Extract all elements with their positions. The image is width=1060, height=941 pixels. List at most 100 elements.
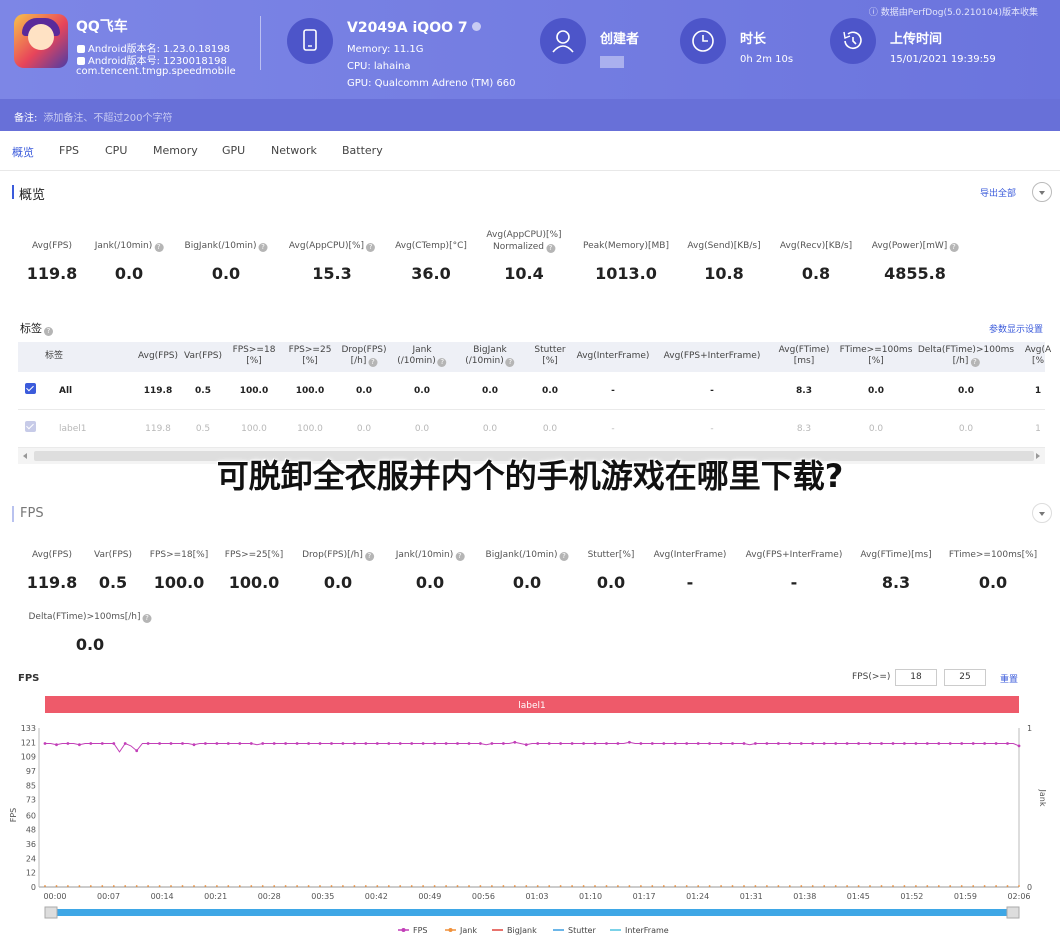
- column-header[interactable]: FTime>=100ms [%]: [840, 345, 913, 367]
- reset-link[interactable]: 重置: [1000, 672, 1018, 685]
- help-icon[interactable]: ?: [970, 358, 980, 367]
- jank-data-point: [445, 885, 447, 887]
- metric-label-text: Jank(/10min): [94, 241, 153, 251]
- table-cell: 0.0: [868, 386, 884, 396]
- metric-label: Avg(Send)[KB/s]: [687, 240, 760, 252]
- column-header-text: [%: [1031, 356, 1045, 366]
- metric-label-text: Delta(FTime)>100ms[/h]: [28, 612, 141, 622]
- fps-data-point: [433, 742, 436, 745]
- column-header[interactable]: 标签: [45, 351, 63, 362]
- metric-label-text: FPS>=25[%]: [224, 550, 284, 560]
- fps-threshold-1-input[interactable]: 18: [895, 669, 937, 686]
- column-header[interactable]: FPS>=18 [%]: [233, 345, 276, 367]
- tab-network[interactable]: Network: [271, 144, 317, 157]
- fps-data-point: [616, 742, 620, 745]
- jank-data-point: [674, 885, 677, 887]
- device-memory: Memory: 11.1G: [347, 44, 424, 55]
- metric-label-text: Normalized: [492, 242, 545, 252]
- note-input[interactable]: 添加备注、不超过200个字符: [43, 113, 172, 124]
- help-icon[interactable]: ?: [455, 552, 465, 561]
- metric-label: Avg(FPS+InterFrame): [746, 549, 843, 561]
- help-icon[interactable]: ?: [142, 614, 152, 623]
- fps-data-point: [226, 742, 230, 745]
- tab-fps[interactable]: FPS: [59, 144, 79, 157]
- column-header[interactable]: Avg(A [%: [1025, 345, 1051, 367]
- tab-overview[interactable]: 概览: [12, 144, 34, 160]
- column-header[interactable]: Jank (/10min)?: [397, 345, 447, 367]
- collapse-overview-button[interactable]: [1032, 182, 1052, 202]
- column-header[interactable]: BigJank (/10min)?: [465, 345, 515, 367]
- help-icon[interactable]: ?: [437, 358, 447, 367]
- legend-marker: [448, 928, 453, 932]
- column-header[interactable]: Avg(InterFrame): [577, 351, 650, 362]
- fps-data-point: [948, 742, 952, 745]
- jank-data-point: [238, 885, 241, 887]
- tab-cpu[interactable]: CPU: [105, 144, 127, 157]
- help-icon[interactable]: ?: [546, 244, 556, 253]
- help-icon[interactable]: ?: [44, 327, 53, 336]
- metric-label: Avg(AppCPU)[%]?: [289, 240, 376, 252]
- column-header[interactable]: Avg(FTime) [ms]: [779, 345, 830, 367]
- metric-value: 0.0: [596, 573, 626, 592]
- jank-data-point: [926, 885, 929, 887]
- metric-label: Avg(Power)[mW]?: [872, 240, 959, 252]
- metric-value: 15.3: [312, 264, 352, 283]
- jank-data-point: [559, 885, 562, 887]
- note-bar[interactable]: 备注: 添加备注、不超过200个字符: [0, 99, 1060, 131]
- jank-data-point: [571, 885, 573, 887]
- y-axis-label: FPS: [9, 808, 18, 823]
- fps-threshold-2-input[interactable]: 25: [944, 669, 986, 686]
- y2-tick-label: 0: [1027, 883, 1032, 892]
- help-icon[interactable]: ?: [258, 243, 268, 252]
- jank-data-point: [422, 885, 424, 887]
- column-header-text: Delta(FTime)>100ms: [917, 345, 1015, 355]
- tab-battery[interactable]: Battery: [342, 144, 383, 157]
- fps-data-point: [1017, 744, 1021, 748]
- fps-data-point: [570, 742, 574, 745]
- collapse-fps-button[interactable]: [1032, 503, 1052, 523]
- metric-label-text: Drop(FPS)[/h]: [302, 550, 363, 560]
- fps-data-point: [444, 742, 448, 745]
- help-icon[interactable]: ?: [364, 552, 374, 561]
- fps-data-point: [341, 742, 345, 745]
- row-checkbox[interactable]: [25, 383, 36, 394]
- metric-label-text: Stutter[%]: [587, 550, 635, 560]
- android-version-code: Android版本号: 1230018198: [88, 56, 227, 67]
- fps-data-point: [582, 742, 585, 745]
- help-icon[interactable]: ?: [366, 243, 376, 252]
- help-icon[interactable]: ?: [505, 358, 515, 367]
- table-row[interactable]: All 119.8 0.5 100.0 100.0 0.0 0.0 0.0 0.0 - - 8.3 0.…: [18, 372, 1045, 410]
- help-icon[interactable]: ?: [559, 552, 569, 561]
- help-icon[interactable]: ?: [154, 243, 164, 252]
- table-cell: 0.0: [542, 424, 558, 434]
- row-checkbox[interactable]: [25, 421, 36, 432]
- jank-data-point: [937, 885, 940, 887]
- tab-memory[interactable]: Memory: [153, 144, 198, 157]
- package-name: com.tencent.tmgp.speedmobile: [76, 66, 236, 77]
- column-header[interactable]: Var(FPS): [184, 351, 222, 362]
- table-cell: 0.0: [356, 386, 372, 396]
- metric-label: Drop(FPS)[/h]?: [302, 549, 374, 561]
- column-header[interactable]: Drop(FPS) [/h]?: [342, 345, 387, 367]
- param-settings-link[interactable]: 参数显示设置: [989, 322, 1043, 335]
- column-header[interactable]: Stutter [%]: [534, 345, 565, 367]
- column-header[interactable]: Avg(FPS+InterFrame): [664, 351, 761, 362]
- fps-data-point: [845, 742, 849, 745]
- column-header[interactable]: Avg(FPS): [138, 351, 178, 362]
- table-cell: 0.0: [958, 424, 974, 434]
- export-all-link[interactable]: 导出全部: [980, 186, 1016, 199]
- legend-marker: [401, 928, 406, 932]
- jank-data-point: [594, 885, 596, 887]
- fps-chart[interactable]: label1 0 12 24 36 48 60 73 85 97 109 121 133 1 0 FPS Jan…: [0, 690, 1060, 941]
- range-slider-handle-left: [44, 906, 58, 919]
- metric-label: FTime>=100ms[%]: [949, 549, 1037, 561]
- help-icon[interactable]: ?: [368, 358, 378, 367]
- note-label: 备注:: [14, 113, 38, 124]
- column-header[interactable]: Delta(FTime)>100ms [/h]?: [918, 345, 1014, 367]
- info-icon[interactable]: [471, 22, 481, 31]
- help-icon[interactable]: ?: [949, 243, 959, 252]
- x-tick-label: 00:21: [204, 892, 227, 901]
- column-header[interactable]: FPS>=25 [%]: [289, 345, 332, 367]
- table-row[interactable]: label1 119.8 0.5 100.0 100.0 0.0 0.0 0.0 0.0 - - 8.…: [18, 410, 1045, 448]
- tab-gpu[interactable]: GPU: [222, 144, 245, 157]
